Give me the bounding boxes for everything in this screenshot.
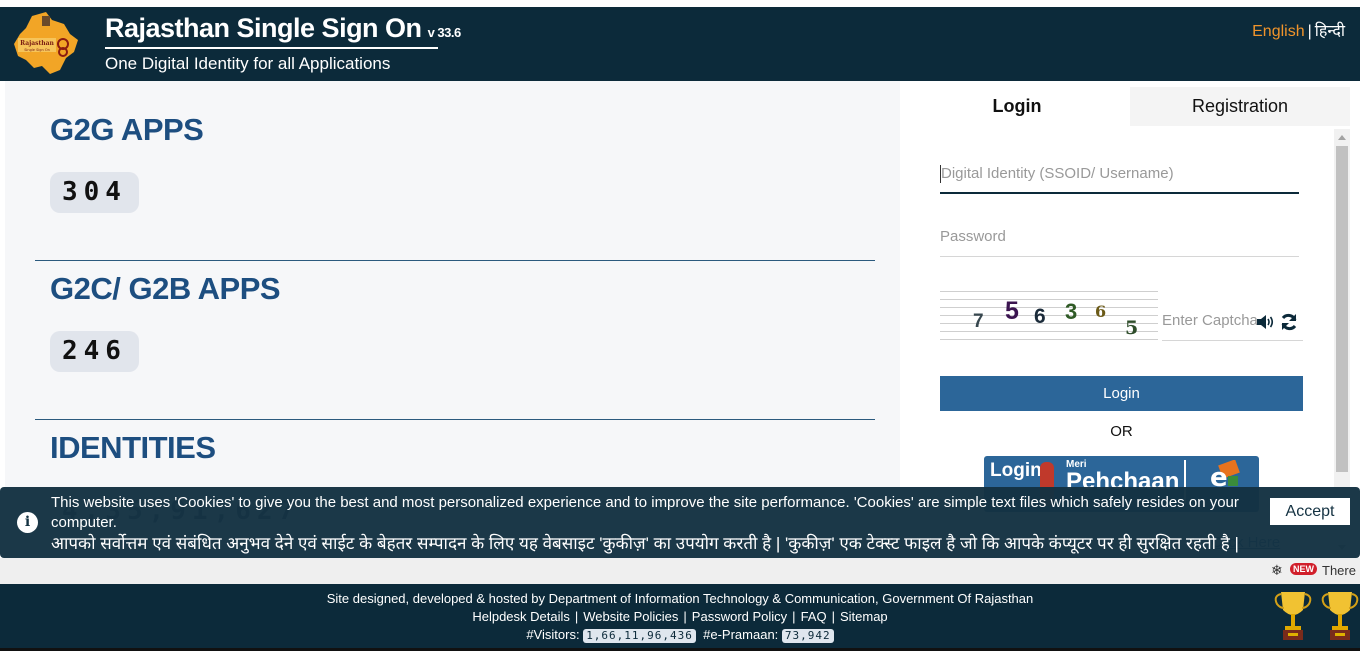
- login-panel: Login Registration Digital Identity (SSO…: [906, 81, 1360, 557]
- identities-title: IDENTITIES: [50, 430, 216, 465]
- mp-login-text: Login: [990, 460, 1042, 481]
- accept-cookies-button[interactable]: Accept: [1270, 498, 1350, 525]
- news-ticker: ❄ NEW There i: [0, 558, 1360, 584]
- site-subtitle: One Digital Identity for all Application…: [105, 54, 391, 73]
- section-divider: [35, 260, 875, 261]
- new-badge: NEW: [1290, 563, 1317, 575]
- site-header: Rajasthan Single Sign On Rajasthan Singl…: [0, 7, 1360, 81]
- svg-text:Rajasthan: Rajasthan: [20, 40, 54, 47]
- captcha-digit: 6: [1095, 302, 1107, 321]
- cookie-message: This website uses 'Cookies' to give you …: [51, 493, 1251, 555]
- g2g-apps-title: G2G APPS: [50, 112, 204, 147]
- trophy-icon[interactable]: [1320, 590, 1360, 642]
- epramaan-counter: 73,942: [781, 628, 834, 643]
- g2c-g2b-apps-title: G2C/ G2B APPS: [50, 271, 281, 306]
- scroll-up-arrow-icon[interactable]: [1338, 135, 1346, 140]
- footer-link-website-policies[interactable]: Website Policies: [583, 609, 678, 624]
- svg-text:Single Sign On: Single Sign On: [24, 48, 50, 52]
- visitors-label: #Visitors:: [526, 627, 580, 642]
- site-title-text: Rajasthan Single Sign On: [105, 13, 422, 43]
- language-switcher: English | हिन्दी: [1252, 19, 1345, 41]
- footer-counters: #Visitors: 1,66,11,96,436 #e-Pramaan: 73…: [0, 627, 1360, 643]
- footer-link-helpdesk[interactable]: Helpdesk Details: [472, 609, 570, 624]
- tab-login[interactable]: Login: [906, 87, 1128, 126]
- epramaan-label: #e-Pramaan:: [703, 627, 779, 642]
- section-divider: [35, 419, 875, 420]
- lang-separator: |: [1307, 23, 1312, 40]
- captcha-digit: 3: [1065, 299, 1078, 324]
- cookie-message-hindi: आपको सर्वोत्तम एवं संबंधित अनुभव देने एव…: [51, 534, 1239, 553]
- footer-links: Helpdesk Details | Website Policies | Passwo…: [472, 609, 888, 624]
- password-input[interactable]: Password: [940, 217, 1299, 257]
- svg-text:e: e: [1210, 463, 1228, 490]
- snowflake-icon: ❄: [1271, 562, 1283, 578]
- stats-panel: G2G APPS 304 G2C/ G2B APPS 246 IDENTITIE…: [5, 81, 900, 557]
- lang-hindi-link[interactable]: हिन्दी: [1315, 23, 1345, 40]
- footer-link-password-policy[interactable]: Password Policy: [692, 609, 787, 624]
- g2g-apps-counter: 304: [50, 172, 139, 213]
- e-pramaan-logo-icon: e: [1210, 460, 1240, 490]
- g2c-g2b-apps-counter: 246: [50, 331, 139, 372]
- version-label: v 33.6: [427, 25, 462, 40]
- login-button[interactable]: Login: [940, 376, 1303, 411]
- captcha-digit: 5: [1125, 317, 1139, 339]
- ticker-message[interactable]: There i: [1322, 563, 1360, 578]
- cookie-message-english: This website uses 'Cookies' to give you …: [51, 494, 1239, 531]
- site-title: Rajasthan Single Sign On v 33.6: [105, 13, 461, 44]
- captcha-digit: 7: [973, 311, 984, 332]
- visitors-counter: 1,66,11,96,436: [583, 628, 696, 643]
- footer-link-sitemap[interactable]: Sitemap: [840, 609, 888, 624]
- password-placeholder: Password: [940, 228, 1006, 245]
- site-footer: Site designed, developed & hosted by Dep…: [0, 584, 1360, 651]
- captcha-digit: 6: [1034, 305, 1046, 328]
- trophy-icon[interactable]: [1273, 590, 1313, 642]
- title-underline: [105, 47, 438, 49]
- captcha-digit: 5: [1005, 297, 1019, 325]
- or-separator: OR: [1110, 423, 1133, 440]
- top-strip: [0, 0, 1360, 7]
- tab-registration[interactable]: Registration: [1130, 87, 1350, 126]
- refresh-icon[interactable]: [1279, 312, 1299, 332]
- footer-credit: Site designed, developed & hosted by Dep…: [326, 591, 1034, 606]
- footer-link-faq[interactable]: FAQ: [801, 609, 827, 624]
- rajasthan-sso-logo[interactable]: Rajasthan Single Sign On: [12, 10, 80, 76]
- captcha-placeholder: Enter Captcha: [1162, 312, 1258, 329]
- scroll-thumb[interactable]: [1336, 146, 1348, 472]
- ssoid-placeholder: Digital Identity (SSOID/ Username): [941, 165, 1174, 182]
- lang-english-link[interactable]: English: [1252, 23, 1304, 40]
- speaker-icon[interactable]: [1256, 313, 1276, 331]
- ssoid-input[interactable]: Digital Identity (SSOID/ Username): [940, 154, 1299, 194]
- cookie-consent-banner: i This website uses 'Cookies' to give yo…: [0, 487, 1360, 558]
- captcha-image: 7 5 6 3 6 5: [940, 289, 1158, 341]
- info-icon: i: [17, 512, 38, 533]
